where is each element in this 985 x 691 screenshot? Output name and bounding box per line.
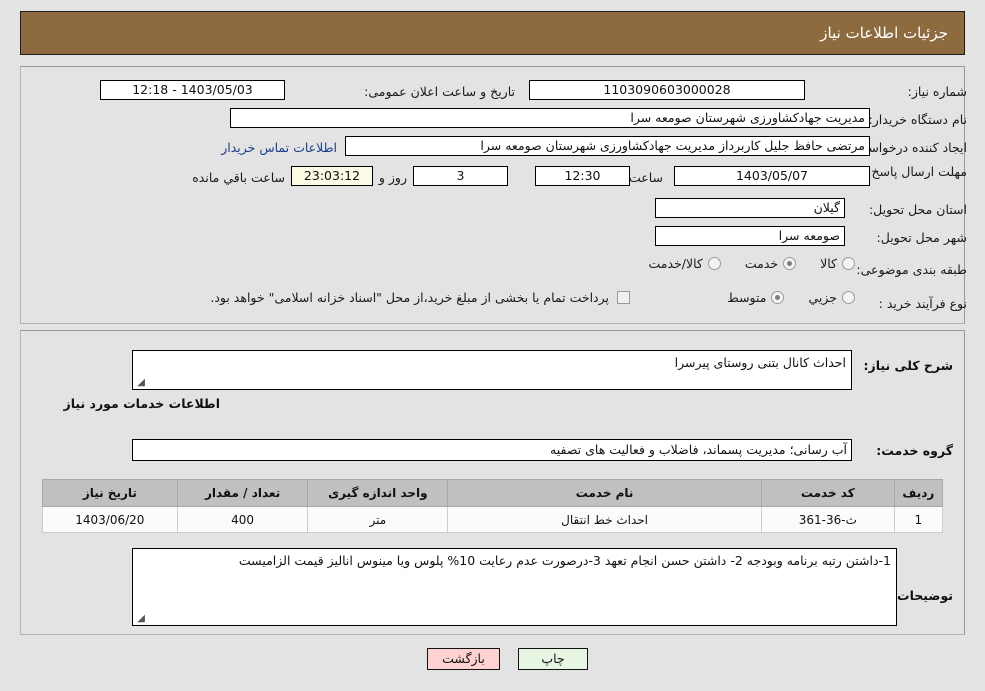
countdown-label: ساعت باقي مانده xyxy=(192,170,285,185)
buyer-contact-link[interactable]: اطلاعات تماس خریدار xyxy=(221,140,337,155)
process-radio-group[interactable]: جزیي متوسط xyxy=(703,290,855,305)
table-cell-code: ث-36-361 xyxy=(760,506,895,533)
table-row: 1 ث-36-361 احداث خط انتقال متر 400 1403/06/20 xyxy=(42,506,944,533)
public-announce-value: 1403/05/03 - 12:18 xyxy=(100,80,285,100)
table-cell-date: 1403/06/20 xyxy=(42,506,178,533)
buyer-notes-value: 1-داشتن رتبه برنامه وبودجه 2- داشتن حسن … xyxy=(238,553,891,568)
requester-value: مرتضی حافظ جلیل کاربرداز مدیریت جهادکشاو… xyxy=(345,136,870,156)
category-radio-0[interactable] xyxy=(842,257,855,270)
page-header-bar: جزئیات اطلاعات نیاز xyxy=(20,11,965,55)
deadline-date-value: 1403/05/07 xyxy=(674,166,870,186)
treasury-checkbox-row[interactable]: پرداخت تمام یا بخشی از مبلغ خرید،از محل … xyxy=(210,290,630,305)
table-cell-radif: 1 xyxy=(893,506,944,533)
countdown-value: 23:03:12 xyxy=(291,166,373,186)
general-desc-value: احداث کانال بتنی روستای پیرسرا xyxy=(674,355,846,370)
province-label: استان محل تحویل: xyxy=(868,202,967,217)
city-value: صومعه سرا xyxy=(655,226,845,246)
services-section-title: اطلاعات خدمات مورد نیاز xyxy=(63,396,221,411)
days-remaining-value: 3 xyxy=(413,166,508,186)
days-remaining-label: روز و xyxy=(378,170,407,185)
need-number-value: 1103090603000028 xyxy=(529,80,805,100)
page-title: جزئیات اطلاعات نیاز xyxy=(820,24,948,42)
category-option-1[interactable]: خدمت xyxy=(744,256,797,271)
table-cell-quantity: 400 xyxy=(176,506,309,533)
need-details-page: جزئیات اطلاعات نیاز AriaTender.net شماره… xyxy=(0,0,985,691)
process-option-1[interactable]: متوسط xyxy=(727,290,785,305)
resize-grip-icon[interactable]: ◢ xyxy=(135,614,145,624)
category-option-0[interactable]: کالا xyxy=(820,256,855,271)
category-radio-2[interactable] xyxy=(707,257,721,270)
general-desc-textarea[interactable]: احداث کانال بتنی روستای پیرسرا ◢ xyxy=(132,350,852,390)
service-group-value: آب رسانی؛ مدیریت پسماند، فاضلاب و فعالیت… xyxy=(132,439,852,461)
process-option-0[interactable]: جزیي xyxy=(808,290,855,305)
category-option-2[interactable]: کالا/خدمت xyxy=(648,256,721,271)
category-label: طبقه بندی موضوعی: xyxy=(856,262,967,277)
process-label-0: جزیي xyxy=(808,290,837,305)
table-col-header-3: واحد اندازه گیری xyxy=(307,479,449,507)
category-radio-1[interactable] xyxy=(783,257,797,270)
services-table: ردیف کد خدمت نام خدمت واحد اندازه گیری تعداد… xyxy=(42,479,944,533)
treasury-checkbox-label: پرداخت تمام یا بخشی از مبلغ خرید،از محل … xyxy=(210,290,609,305)
service-group-label: گروه خدمت: xyxy=(876,443,953,458)
table-cell-name: احداث خط انتقال xyxy=(447,506,762,533)
back-button[interactable]: بازگشت xyxy=(427,648,500,670)
process-label: نوع فرآیند خرید : xyxy=(878,296,967,311)
treasury-checkbox[interactable] xyxy=(617,291,630,304)
buyer-org-value: مدیریت جهادکشاورزی شهرستان صومعه سرا xyxy=(230,108,870,128)
buyer-notes-textarea[interactable]: 1-داشتن رتبه برنامه وبودجه 2- داشتن حسن … xyxy=(132,548,897,626)
deadline-hour-value: 12:30 xyxy=(535,166,630,186)
category-label-2: کالا/خدمت xyxy=(648,256,703,271)
city-label: شهر محل تحویل: xyxy=(876,230,967,245)
category-label-0: کالا xyxy=(820,256,837,271)
table-header-row: ردیف کد خدمت نام خدمت واحد اندازه گیری تعداد… xyxy=(42,479,944,507)
category-label-1: خدمت xyxy=(744,256,779,271)
print-button[interactable]: چاپ xyxy=(518,648,588,670)
table-col-header-1: کد خدمت xyxy=(760,479,895,507)
summary-panel xyxy=(20,66,965,324)
process-label-1: متوسط xyxy=(727,290,767,305)
category-radio-group[interactable]: کالا خدمت کالا/خدمت xyxy=(624,256,855,271)
table-col-header-4: تعداد / مقدار xyxy=(176,479,309,507)
table-col-header-0: ردیف xyxy=(893,479,944,507)
resize-grip-icon[interactable]: ◢ xyxy=(135,378,145,388)
general-desc-label: شرح کلی نیاز: xyxy=(863,358,953,373)
table-col-header-5: تاریخ نیاز xyxy=(42,479,178,507)
province-value: گیلان xyxy=(655,198,845,218)
public-announce-label: تاریخ و ساعت اعلان عمومی: xyxy=(364,84,515,99)
deadline-hour-label: ساعت xyxy=(628,170,663,185)
process-radio-0[interactable] xyxy=(842,291,855,304)
table-col-header-2: نام خدمت xyxy=(447,479,762,507)
buyer-org-label: نام دستگاه خریدار: xyxy=(868,112,967,127)
need-number-label: شماره نیاز: xyxy=(907,84,967,99)
process-radio-1[interactable] xyxy=(771,291,785,304)
table-cell-unit: متر xyxy=(307,506,449,533)
